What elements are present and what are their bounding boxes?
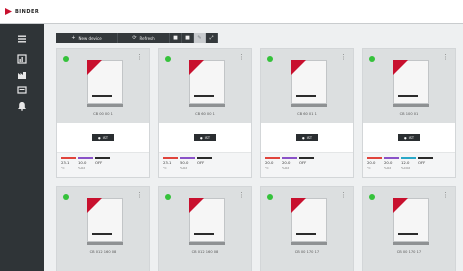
more-options-icon[interactable]: ⋮ [442,192,449,199]
ist-button[interactable]: ● IST [194,134,216,141]
top-bar: BINDER [0,0,463,24]
refresh-icon: ⟳ [132,35,137,41]
device-preview: ⋮ CB 00 170 17 [261,187,353,271]
brand-logo-icon [5,8,12,15]
device-name: CB 60 00 1 [195,112,215,116]
ist-button[interactable]: ● IST [92,134,114,141]
stat-oxygen: 20.0 %O2 [282,157,297,170]
status-online-indicator [267,194,273,200]
device-preview: ⋮ CB 00 170 17 [363,187,455,271]
sensor-stats: 23.1 °C 10.0 %O2 OFF [57,153,149,177]
expand-icon: ⤢ [209,35,214,41]
stat-temperature: 20.0 °C [367,157,382,170]
card-action-area: ● IST [57,123,149,153]
device-preview: ⋮ CB 012 160 08 [57,187,149,271]
sensor-stats: 20.0 °C 20.0 %O2 12.0 %CO2 OFF [363,153,455,177]
card-action-area: ● IST [261,123,353,153]
device-card[interactable]: ⋮ CB 100 01 ● IST 20.0 °C 20.0 %O2 12.0 %CO2… [362,48,456,178]
status-online-indicator [369,56,375,62]
plus-icon: + [71,35,76,41]
more-options-icon[interactable]: ⋮ [238,54,245,61]
more-options-icon[interactable]: ⋮ [340,192,347,199]
refresh-button[interactable]: ⟳ Refresh [118,33,170,43]
status-online-indicator [63,194,69,200]
factory-icon [18,72,26,79]
device-preview: ⋮ CB 012 160 08 [159,187,251,271]
device-card[interactable]: ⋮ CB 012 160 08 [56,186,150,271]
device-name: CB 00 170 17 [294,250,320,254]
status-online-indicator [369,194,375,200]
ist-button-label: IST [102,135,109,140]
stat-temperature: 23.1 °C [163,157,178,170]
device-card[interactable]: ⋮ CB 012 160 08 [158,186,252,271]
stat-co2: 12.0 %CO2 [401,157,416,170]
device-name: CB 00 00 1 [93,112,113,116]
sidebar-item-alerts[interactable] [15,99,29,113]
device-preview: ⋮ CB 00 00 1 [57,49,149,123]
ist-button-label: IST [306,135,313,140]
device-name: CB 100 01 [399,112,419,116]
device-preview: ⋮ CB 100 01 [363,49,455,123]
stat-temperature: 20.0 °C [265,157,280,170]
stat-door: OFF [418,157,433,166]
ist-button[interactable]: ● IST [398,134,420,141]
device-name: CB 00 170 17 [396,250,422,254]
menu-icon [18,35,26,43]
device-name: CB 012 160 08 [89,250,117,254]
sidebar-item-devices[interactable] [15,68,29,82]
device-name: CB 60 01 1 [297,112,317,116]
device-preview: ⋮ CB 60 00 1 [159,49,251,123]
device-card[interactable]: ⋮ CB 00 170 17 [362,186,456,271]
status-online-indicator [165,56,171,62]
more-options-icon[interactable]: ⋮ [340,54,347,61]
ist-button-label: IST [408,135,415,140]
status-online-indicator [63,56,69,62]
grid-view-button[interactable]: ■ [170,33,182,43]
stat-temperature: 23.1 °C [61,157,76,170]
device-card[interactable]: ⋮ CB 00 170 17 [260,186,354,271]
stat-door: OFF [95,157,110,166]
status-online-indicator [165,194,171,200]
device-card[interactable]: ⋮ CB 60 01 1 ● IST 20.0 °C 20.0 %O2 OFF [260,48,354,178]
stat-oxygen: 50.0 %O2 [180,157,195,170]
ist-button-label: IST [204,135,211,140]
card-action-area: ● IST [363,123,455,153]
expand-button[interactable]: ⤢ [206,33,218,43]
sidebar-item-list[interactable] [15,83,29,97]
stat-door: OFF [299,157,314,166]
chart-icon [17,54,27,64]
list-view-button[interactable]: ■ [182,33,194,43]
more-options-icon[interactable]: ⋮ [136,192,143,199]
new-device-label: New device [78,35,102,41]
sidebar [0,24,44,271]
more-options-icon[interactable]: ⋮ [238,192,245,199]
more-options-icon[interactable]: ⋮ [442,54,449,61]
device-name: CB 012 160 08 [191,250,219,254]
list-view-icon: ■ [185,35,190,41]
stat-door: OFF [197,157,212,166]
device-card[interactable]: ⋮ CB 00 00 1 ● IST 23.1 °C 10.0 %O2 OFF [56,48,150,178]
card-action-area: ● IST [159,123,251,153]
list-icon [17,86,27,94]
grid-view-icon: ■ [173,35,178,41]
more-options-icon[interactable]: ⋮ [136,54,143,61]
ist-button[interactable]: ● IST [296,134,318,141]
stat-oxygen: 20.0 %O2 [384,157,399,170]
app-window: BINDER + New device ⟳ Refresh ■ ■ ✎ ⤢ ⋮ … [0,0,463,271]
status-online-indicator [267,56,273,62]
new-device-button[interactable]: + New device [56,33,118,43]
sensor-stats: 20.0 °C 20.0 %O2 OFF [261,153,353,177]
toolbar: + New device ⟳ Refresh ■ ■ ✎ ⤢ [56,33,218,43]
sidebar-item-dashboard[interactable] [15,52,29,66]
brand-name: BINDER [15,8,40,15]
stat-oxygen: 10.0 %O2 [78,157,93,170]
device-card[interactable]: ⋮ CB 60 00 1 ● IST 23.1 °C 50.0 %O2 OFF [158,48,252,178]
edit-icon: ✎ [197,35,202,41]
sensor-stats: 23.1 °C 50.0 %O2 OFF [159,153,251,177]
edit-button[interactable]: ✎ [194,33,206,43]
device-preview: ⋮ CB 60 01 1 [261,49,353,123]
bell-icon [18,102,26,111]
menu-button[interactable] [15,32,29,46]
refresh-label: Refresh [139,35,155,41]
